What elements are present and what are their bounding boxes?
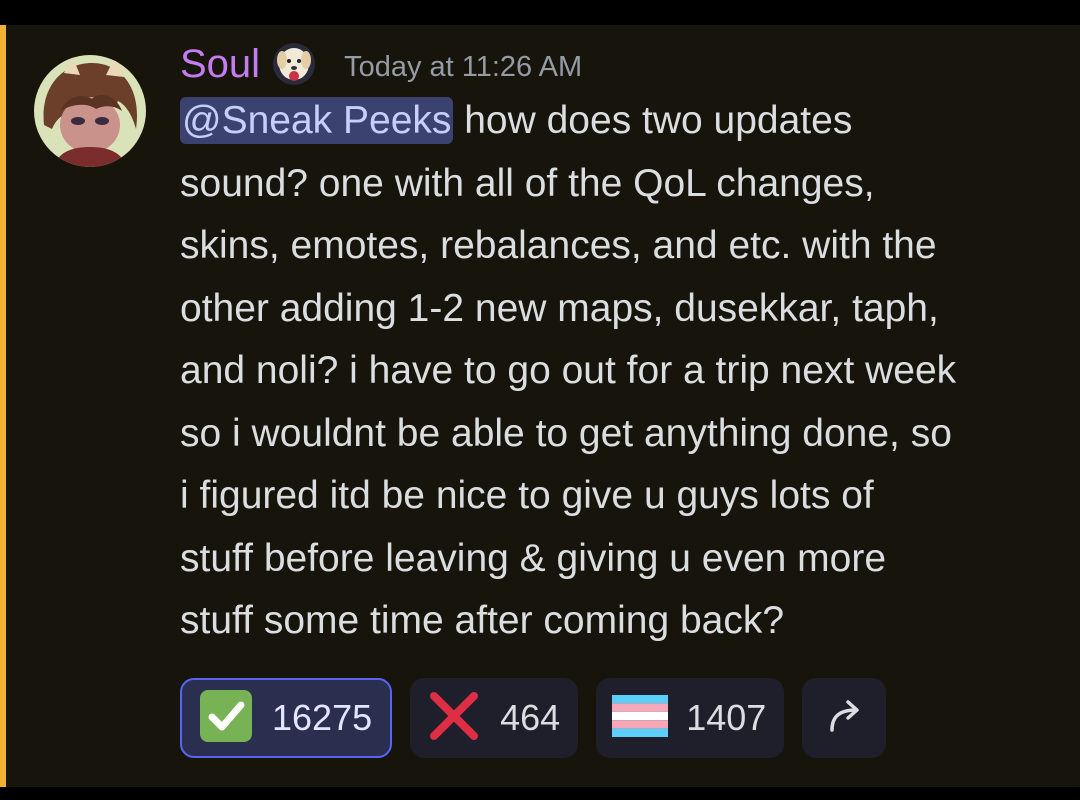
reactions-bar: 16275 464 1407 [180, 678, 887, 758]
white-check-mark-icon [198, 688, 254, 749]
reaction-count: 16275 [272, 697, 373, 738]
username[interactable]: Soul [180, 44, 260, 84]
message-line: sound? one with all of the QoL changes, [180, 161, 875, 205]
message-header: Soul Today at 11:26 AM [180, 39, 582, 89]
reaction-x[interactable]: 464 [410, 678, 579, 758]
avatar[interactable] [34, 55, 146, 167]
x-mark-icon [426, 688, 482, 749]
message-text: how does two updates [453, 99, 853, 142]
message-line: skins, emotes, rebalances, and etc. with… [180, 224, 937, 267]
reaction-check[interactable]: 16275 [180, 678, 393, 758]
message-line: other adding 1-2 new maps, dusekkar, tap… [180, 286, 939, 330]
dog-icon[interactable] [272, 42, 316, 86]
message-line: stuff some time after coming back? [180, 599, 785, 642]
reaction-count: 1407 [686, 697, 767, 738]
message-line: i figured itd be nice to give u guys lot… [180, 474, 874, 517]
timestamp[interactable]: Today at 11:26 AM [344, 51, 582, 84]
message-line: so i wouldnt be able to get anything don… [180, 411, 952, 455]
mention-highlight-bar [0, 25, 6, 787]
message-line: stuff before leaving & giving u even mor… [180, 536, 887, 580]
transgender-flag-icon [612, 694, 669, 742]
share-arrow-icon [824, 696, 864, 741]
message: Soul Today at 11:26 AM @Sneak Peeks how … [0, 25, 1080, 787]
mention[interactable]: @Sneak Peeks [180, 97, 454, 144]
reaction-count: 464 [500, 697, 561, 738]
message-line: @Sneak Peeks how does two updates [180, 90, 1060, 153]
message-content: @Sneak Peeks how does two updates sound?… [180, 90, 1060, 653]
message-line: and noli? i have to go out for a trip ne… [180, 349, 957, 392]
reaction-transgender-flag[interactable]: 1407 [596, 678, 785, 758]
share-button[interactable] [802, 678, 887, 758]
